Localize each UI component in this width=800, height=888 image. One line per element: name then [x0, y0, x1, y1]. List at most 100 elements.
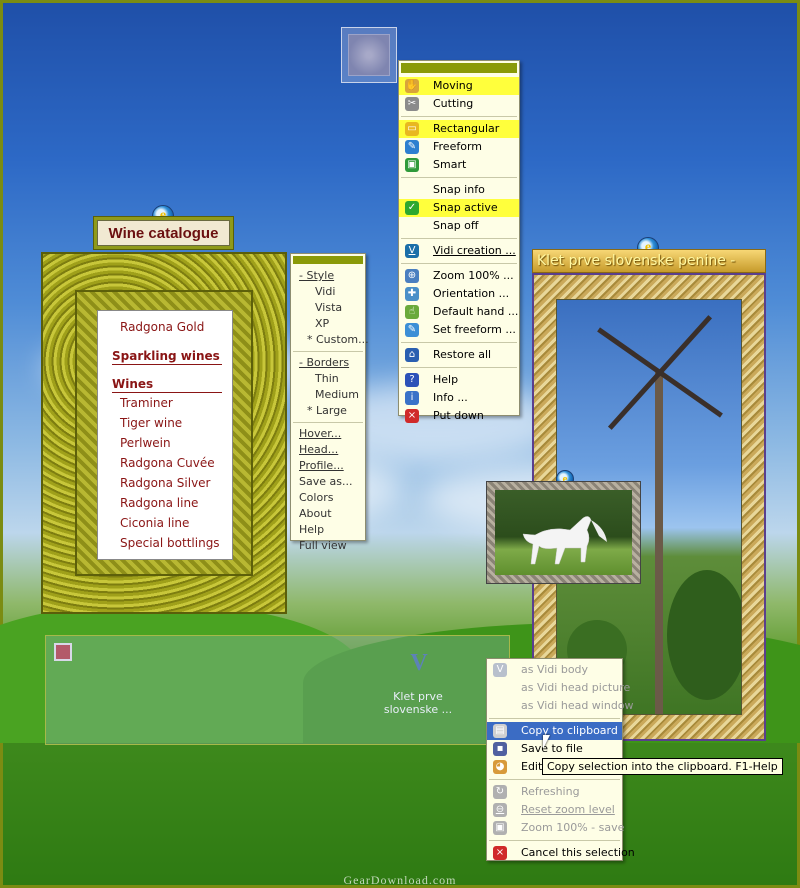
- preview-thumbnail[interactable]: [341, 27, 397, 83]
- menu-item-label: Snap active: [433, 201, 498, 214]
- menu-item-copy-to-clipboard[interactable]: ▤ Copy to clipboard: [487, 722, 622, 740]
- palette-icon: ◕: [493, 760, 507, 774]
- menu-item-moving[interactable]: ✋ Moving: [399, 77, 519, 95]
- orientation-icon: ✚: [405, 287, 419, 301]
- home-icon: ⌂: [405, 348, 419, 362]
- vidi-selection-panel[interactable]: V Klet prve slovenske ...: [45, 635, 510, 745]
- vidi-icon: V: [405, 244, 419, 258]
- border-large[interactable]: * Large: [291, 403, 365, 419]
- menu-item-snap-active[interactable]: ✓ Snap active: [399, 199, 519, 217]
- wine-item[interactable]: Radgona line: [98, 493, 232, 513]
- vidi-caption: Klet prve slovenske ...: [383, 690, 453, 716]
- wine-catalogue-frame[interactable]: Radgona Gold Sparkling wines Wines Trami…: [41, 252, 287, 614]
- menu-item-put-down[interactable]: × Put down: [399, 407, 519, 425]
- menu-item-snap-off[interactable]: Snap off: [399, 217, 519, 235]
- wine-item[interactable]: Radgona Gold: [98, 317, 232, 337]
- category-sparkling-wines[interactable]: Sparkling wines: [112, 347, 222, 365]
- menu-item-reset-zoom-level[interactable]: ⊖ Reset zoom level: [487, 801, 622, 819]
- reset-zoom-icon: ⊖: [493, 803, 507, 817]
- menu-item-label: Smart: [433, 158, 467, 171]
- menu-item-info[interactable]: i Info ...: [399, 389, 519, 407]
- about-item[interactable]: About: [291, 506, 365, 522]
- border-thin[interactable]: Thin: [291, 371, 365, 387]
- menu-item-set-freeform[interactable]: ✎ Set freeform ...: [399, 321, 519, 339]
- menu-item-as-vidi-head-picture[interactable]: as Vidi head picture: [487, 679, 630, 697]
- menu-item-snap-info[interactable]: Snap info: [399, 181, 519, 199]
- border-medium[interactable]: Medium: [291, 387, 365, 403]
- wine-item[interactable]: Ciconia line: [98, 513, 232, 533]
- menu-item-refreshing[interactable]: ↻ Refreshing: [487, 783, 622, 801]
- vidi-logo-icon: V: [410, 650, 428, 676]
- menu-item-zoom-100-save[interactable]: ▣ Zoom 100% - save: [487, 819, 625, 837]
- wine-item[interactable]: Radgona Cuvée: [98, 453, 232, 473]
- menu-item-label: as Vidi head picture: [521, 681, 631, 694]
- menu-separator: [401, 342, 517, 343]
- menu-item-smart[interactable]: ▣ Smart: [399, 156, 519, 174]
- freeform-icon: ✎: [405, 140, 419, 154]
- menu-item-label: Zoom 100% ...: [433, 269, 514, 282]
- wine-item[interactable]: Perlwein: [98, 433, 232, 453]
- check-icon: ✓: [405, 201, 419, 215]
- zoom-icon: ⊕: [405, 269, 419, 283]
- watermark: GearDownload.com: [343, 873, 457, 887]
- borders-head[interactable]: - Borders: [291, 355, 365, 371]
- menu-item-label: Info ...: [433, 391, 468, 404]
- menu-item-label: Zoom 100% - save: [521, 821, 625, 834]
- menu-separator: [489, 779, 620, 780]
- info-icon: i: [405, 391, 419, 405]
- menu-item-freeform[interactable]: ✎ Freeform: [399, 138, 519, 156]
- horse-photo-frame[interactable]: [486, 481, 641, 584]
- menu-item-as-vidi-head-window[interactable]: as Vidi head window: [487, 697, 634, 715]
- style-xp[interactable]: XP: [291, 316, 365, 332]
- panel-thumbnail[interactable]: [54, 643, 72, 661]
- menu-item-cancel-this-selection[interactable]: × Cancel this selection: [487, 844, 635, 862]
- hover-link[interactable]: Hover...: [291, 426, 365, 442]
- menu-separator: [401, 263, 517, 264]
- zoom-save-icon: ▣: [493, 821, 507, 835]
- menu-item-label: Cutting: [433, 97, 474, 110]
- style-menu: - Style Vidi Vista XP * Custom... - Bord…: [290, 253, 369, 552]
- category-wines[interactable]: Wines: [112, 375, 222, 393]
- profile-link[interactable]: Profile...: [291, 458, 365, 474]
- menu-item-restore-all[interactable]: ⌂ Restore all: [399, 346, 519, 364]
- style-custom[interactable]: * Custom...: [291, 332, 369, 348]
- save-as-item[interactable]: Save as...: [291, 474, 365, 490]
- rectangle-icon: ▭: [405, 122, 419, 136]
- vidi-body-icon: V: [493, 663, 507, 677]
- wine-item[interactable]: Tiger wine: [98, 413, 232, 433]
- style-vidi[interactable]: Vidi: [291, 284, 365, 300]
- menu-item-label: Default hand ...: [433, 305, 519, 318]
- menu-item-label: Snap info: [433, 183, 485, 196]
- head-link[interactable]: Head...: [291, 442, 365, 458]
- full-view-item[interactable]: Full view: [291, 538, 365, 554]
- menu-item-orientation[interactable]: ✚ Orientation ...: [399, 285, 519, 303]
- menu-title-bar: [401, 63, 517, 73]
- menu-item-as-vidi-body[interactable]: Vas Vidi body: [487, 661, 622, 679]
- klet-title-bar[interactable]: Klet prve slovenske penine -: [532, 249, 766, 273]
- menu-item-label: Refreshing: [521, 785, 580, 798]
- menu-item-rectangular[interactable]: ▭ Rectangular: [399, 120, 519, 138]
- hand-icon: ☝: [405, 305, 419, 319]
- menu-item-label: Moving: [433, 79, 473, 92]
- menu-item-label: Cancel this selection: [521, 846, 635, 859]
- wine-item[interactable]: Special bottlings: [98, 533, 232, 553]
- menu-separator: [401, 367, 517, 368]
- wine-catalogue-title-bar[interactable]: Wine catalogue: [93, 216, 234, 250]
- menu-item-label: Restore all: [433, 348, 492, 361]
- wine-item[interactable]: Traminer: [98, 393, 232, 413]
- menu-item-zoom-100[interactable]: ⊕ Zoom 100% ...: [399, 267, 519, 285]
- help-item[interactable]: Help: [291, 522, 365, 538]
- menu-item-save-to-file[interactable]: ▪ Save to file: [487, 740, 622, 758]
- menu-separator: [489, 840, 620, 841]
- menu-item-cutting[interactable]: ✂ Cutting: [399, 95, 519, 113]
- menu-item-default-hand[interactable]: ☝ Default hand ...: [399, 303, 519, 321]
- menu-item-help[interactable]: ? Help: [399, 371, 519, 389]
- style-head[interactable]: - Style: [291, 268, 365, 284]
- menu-separator: [401, 238, 517, 239]
- wine-item[interactable]: Radgona Silver: [98, 473, 232, 493]
- style-vista[interactable]: Vista: [291, 300, 365, 316]
- menu-item-vidi-creation[interactable]: V Vidi creation ...: [399, 242, 519, 260]
- colors-item[interactable]: Colors: [291, 490, 365, 506]
- save-icon: ▪: [493, 742, 507, 756]
- moving-icon: ✋: [405, 79, 419, 93]
